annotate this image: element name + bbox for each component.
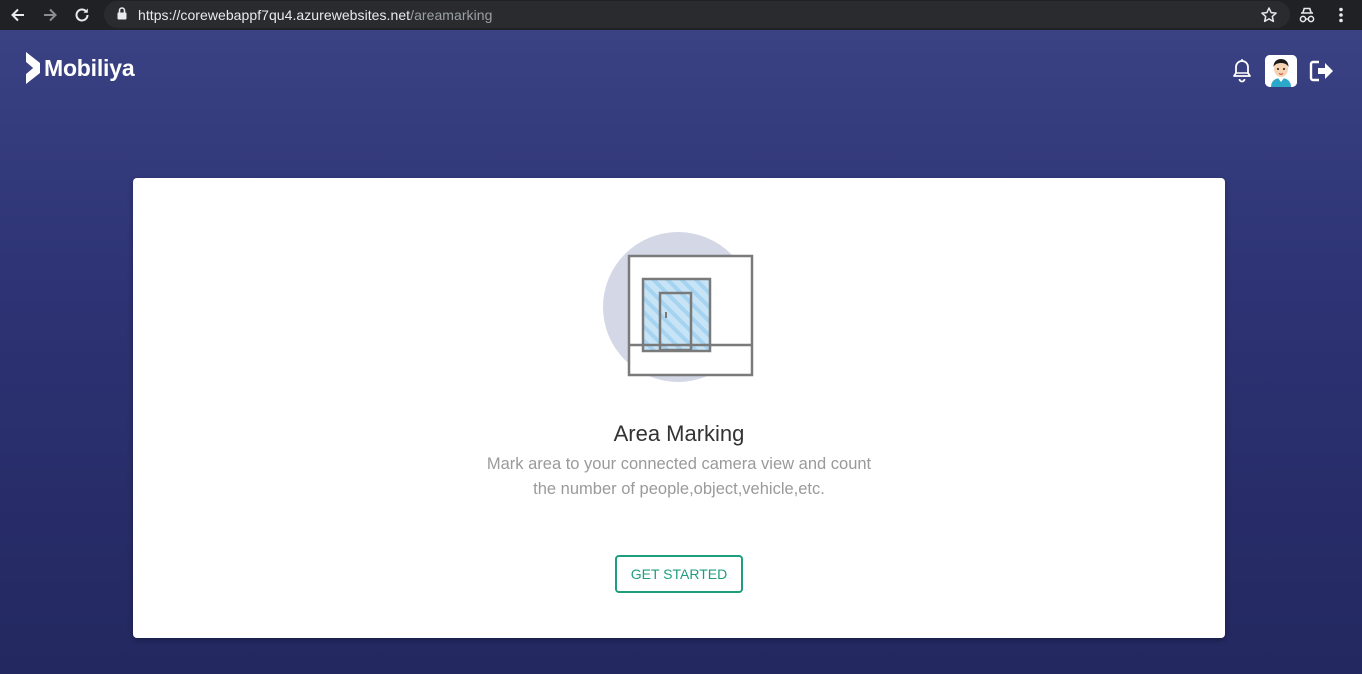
user-avatar[interactable] bbox=[1265, 55, 1297, 87]
notification-bell-icon[interactable] bbox=[1230, 58, 1254, 89]
forward-arrow-icon[interactable] bbox=[39, 4, 61, 26]
reload-icon[interactable] bbox=[71, 4, 93, 26]
address-bar[interactable]: https://corewebappf7qu4.azurewebsites.ne… bbox=[104, 1, 1290, 28]
url-text: https://corewebappf7qu4.azurewebsites.ne… bbox=[138, 7, 492, 23]
mobiliya-logo-icon bbox=[26, 52, 40, 84]
back-arrow-icon[interactable] bbox=[7, 4, 29, 26]
card-description-line2: the number of people,object,vehicle,etc. bbox=[533, 480, 825, 498]
star-icon[interactable] bbox=[1258, 4, 1280, 26]
card-title: Area Marking bbox=[613, 421, 745, 446]
window-illustration bbox=[603, 232, 755, 391]
incognito-icon[interactable] bbox=[1296, 4, 1318, 26]
app-page: Mobiliya Area Marking Mark area to your … bbox=[0, 30, 1362, 674]
url-path: /areamarking bbox=[410, 7, 493, 23]
brand-logo[interactable]: Mobiliya bbox=[25, 52, 135, 84]
browser-toolbar: https://corewebappf7qu4.azurewebsites.ne… bbox=[0, 0, 1362, 30]
more-vert-icon[interactable] bbox=[1330, 4, 1352, 26]
area-marking-card: Area Marking Mark area to your connected… bbox=[133, 178, 1225, 638]
brand-name: Mobiliya bbox=[44, 54, 135, 81]
card-description-line1: Mark area to your connected camera view … bbox=[486, 455, 872, 473]
lock-icon bbox=[117, 7, 127, 25]
logout-icon[interactable] bbox=[1309, 59, 1335, 88]
get-started-button[interactable]: GET STARTED bbox=[615, 555, 743, 593]
card-description: Mark area to your connected camera view … bbox=[133, 452, 1225, 502]
url-host: https://corewebappf7qu4.azurewebsites.ne… bbox=[138, 7, 411, 23]
